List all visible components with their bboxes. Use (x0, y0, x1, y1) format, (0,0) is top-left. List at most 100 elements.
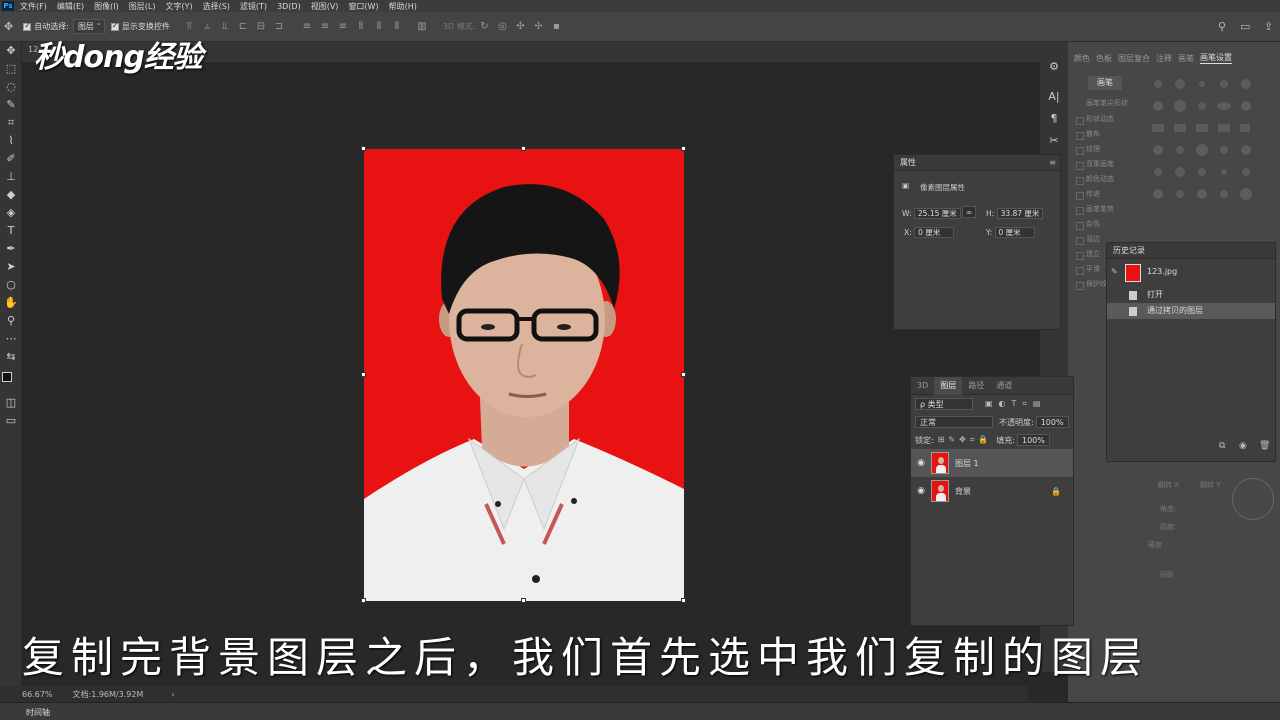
tab-layers[interactable]: 图层 (934, 376, 963, 395)
lasso-icon[interactable]: ◌ (0, 78, 22, 96)
transform-handle-bottom-right[interactable] (681, 598, 686, 603)
3d-roll-icon[interactable]: ◎ (496, 21, 508, 33)
marquee-icon[interactable]: ⬚ (0, 60, 22, 78)
hand-icon[interactable]: ✋ (0, 294, 22, 312)
more-tools-icon[interactable]: ⋯ (0, 330, 22, 348)
brush-setting-item[interactable]: 传递 (1070, 189, 1142, 204)
menu-select[interactable]: 选择(S) (203, 1, 230, 12)
ellipse-icon[interactable]: ○ (0, 276, 22, 294)
timeline-label[interactable]: 时间轴 (26, 707, 50, 718)
search-icon[interactable]: ⚲ (1218, 20, 1226, 33)
transform-handle-top-left[interactable] (361, 146, 366, 151)
height-field[interactable]: 33.87 厘米 (996, 208, 1044, 219)
move-icon[interactable]: ✥ (0, 42, 22, 60)
3d-rotate-icon[interactable]: ↻ (478, 21, 490, 33)
eraser-icon[interactable]: ◆ (0, 186, 22, 204)
angle-widget[interactable] (1232, 478, 1274, 520)
layer-filter-icons[interactable]: ▣◐T⌗▤ (985, 399, 1047, 409)
x-field[interactable]: 0 厘米 (914, 227, 955, 238)
history-snapshot-icon[interactable]: ◉ (1239, 441, 1247, 451)
learn-icon[interactable]: ⚙ (1040, 56, 1068, 78)
transform-handle-left[interactable] (361, 372, 366, 377)
menu-file[interactable]: 文件(F) (20, 1, 47, 12)
move-tool-icon[interactable]: ✥ (4, 20, 13, 33)
menu-edit[interactable]: 编辑(E) (57, 1, 84, 12)
lock-icons[interactable]: ⊞✎✥⌗🔒 (938, 435, 993, 445)
menu-help[interactable]: 帮助(H) (389, 1, 417, 12)
panel-menu-icon[interactable]: ≡ (1049, 155, 1056, 171)
tab-paths[interactable]: 路径 (962, 377, 990, 395)
tab-brushes[interactable]: 画笔 (1178, 53, 1194, 64)
zoom-icon[interactable]: ⚲ (0, 312, 22, 330)
distribute-left-icon[interactable]: ⦀ (355, 21, 367, 33)
menu-type[interactable]: 文字(Y) (165, 1, 192, 12)
visibility-eye-icon[interactable]: ◉ (911, 486, 931, 496)
tab-3d[interactable]: 3D (911, 377, 934, 395)
align-left-icon[interactable]: ⊏ (237, 21, 249, 33)
layer-row-background[interactable]: ◉ 背景 🔒 (911, 477, 1073, 505)
document-photo[interactable] (364, 149, 684, 601)
menu-3d[interactable]: 3D(D) (277, 2, 301, 11)
history-item-open[interactable]: 打开 (1107, 287, 1275, 303)
align-hcenter-icon[interactable]: ⊟ (255, 21, 267, 33)
tab-layer-comps[interactable]: 图层复合 (1118, 53, 1150, 64)
link-dimensions-icon[interactable]: ∞ (962, 206, 976, 218)
align-bottom-icon[interactable]: ⫫ (219, 21, 231, 33)
quick-mask-icon[interactable]: ◫ (0, 394, 22, 412)
history-snapshot[interactable]: ✎ 123.jpg (1107, 259, 1275, 287)
eyedropper-icon[interactable]: ⌇ (0, 132, 22, 150)
3d-drag-icon[interactable]: ✣ (514, 21, 526, 33)
tab-channels[interactable]: 通道 (990, 377, 1018, 395)
tool-presets-icon[interactable]: ✂ (1040, 130, 1068, 152)
history-item-layer-via-copy[interactable]: 通过拷贝的图层 (1107, 303, 1275, 319)
align-top-icon[interactable]: ⫪ (183, 21, 195, 33)
history-delete-icon[interactable]: 🗑 (1259, 441, 1270, 451)
tab-color[interactable]: 颜色 (1074, 53, 1090, 64)
brush-setting-item[interactable]: 画笔笔势 (1070, 204, 1142, 219)
distribute-right-icon[interactable]: ⦀ (391, 21, 403, 33)
brush-setting-item[interactable]: 颜色动态 (1070, 174, 1142, 189)
3d-slide-icon[interactable]: ✢ (532, 21, 544, 33)
brush-icon[interactable]: ✐ (0, 150, 22, 168)
distribute-vcenter-icon[interactable]: ≡ (319, 21, 331, 33)
menu-filter[interactable]: 滤镜(T) (240, 1, 267, 12)
opacity-field[interactable]: 100% (1035, 416, 1069, 428)
transform-handle-top[interactable] (521, 146, 526, 151)
swap-colors-icon[interactable]: ⇆ (0, 348, 22, 366)
quick-select-icon[interactable]: ✎ (0, 96, 22, 114)
fill-field[interactable]: 100% (1016, 434, 1050, 446)
auto-align-icon[interactable]: ▥ (416, 21, 428, 33)
brush-presets-grid[interactable] (1148, 76, 1254, 216)
menu-window[interactable]: 窗口(W) (348, 1, 378, 12)
path-select-icon[interactable]: ➤ (0, 258, 22, 276)
width-field[interactable]: 25.15 厘米 (913, 208, 961, 219)
tab-notes[interactable]: 注释 (1156, 53, 1172, 64)
layer-filter-dropdown[interactable]: ρ 类型 (915, 398, 973, 410)
blend-mode-dropdown[interactable]: 正常 (915, 416, 993, 428)
distribute-hcenter-icon[interactable]: ⦀ (373, 21, 385, 33)
status-menu-arrow[interactable]: › (171, 690, 174, 699)
crop-icon[interactable]: ⌗ (0, 114, 22, 132)
brush-setting-item[interactable]: 双重画笔 (1070, 159, 1142, 174)
3d-scale-icon[interactable]: ▪ (550, 21, 562, 33)
menu-layer[interactable]: 图层(L) (129, 1, 156, 12)
y-field[interactable]: 0 厘米 (994, 227, 1035, 238)
brush-source-icon[interactable]: ✎ (1111, 267, 1118, 276)
share-icon[interactable]: ⇪ (1264, 20, 1273, 33)
workspace-icon[interactable]: ▭ (1240, 20, 1250, 33)
type-icon[interactable]: T (0, 222, 22, 240)
brushes-button[interactable]: 画笔 (1088, 76, 1122, 90)
auto-select-checkbox[interactable] (23, 21, 32, 31)
align-right-icon[interactable]: ⊐ (273, 21, 285, 33)
distribute-top-icon[interactable]: ≡ (301, 21, 313, 33)
visibility-eye-icon[interactable]: ◉ (911, 458, 931, 468)
foreground-color-swatch[interactable] (2, 372, 12, 382)
menu-image[interactable]: 图像(I) (94, 1, 119, 12)
bucket-icon[interactable]: ◈ (0, 204, 22, 222)
transform-handle-top-right[interactable] (681, 146, 686, 151)
brush-setting-item[interactable]: 散布 (1070, 129, 1142, 144)
tab-brush-settings[interactable]: 画笔设置 (1200, 52, 1232, 64)
transform-handle-bottom[interactable] (521, 598, 526, 603)
paragraph-icon[interactable]: ¶ (1040, 108, 1068, 130)
distribute-bottom-icon[interactable]: ≡ (337, 21, 349, 33)
